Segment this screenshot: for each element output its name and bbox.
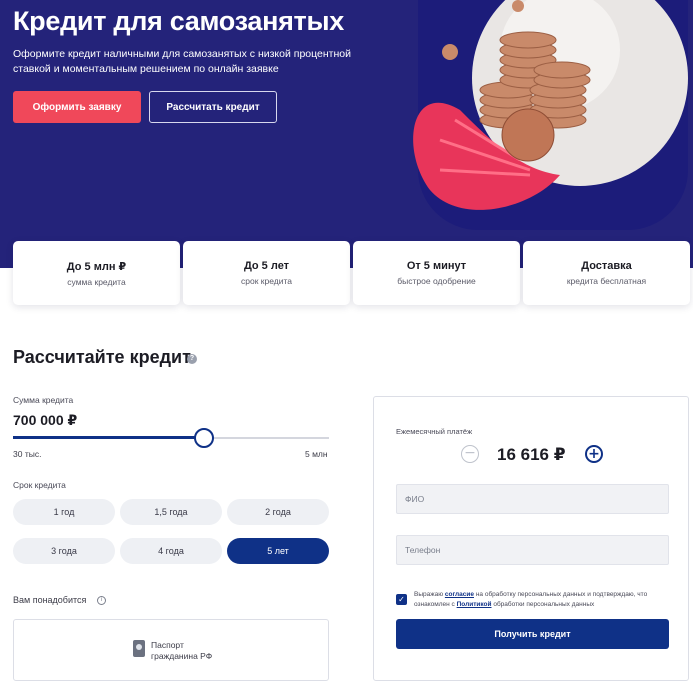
term-option-3-years[interactable]: 3 года bbox=[13, 538, 115, 564]
feature-card-approval: От 5 минут быстрое одобрение bbox=[353, 241, 520, 305]
hero-banner: Кредит для самозанятых Оформите кредит н… bbox=[0, 0, 693, 268]
apply-button[interactable]: Оформить заявку bbox=[13, 91, 141, 123]
slider-max-label: 5 млн bbox=[305, 449, 328, 459]
term-label: Срок кредита bbox=[13, 480, 66, 490]
application-panel: Ежемесячный платёж − 16 616 ₽ + ✓ Выража… bbox=[373, 396, 689, 681]
consent-text: Выражаю согласие на обработку персональн… bbox=[414, 591, 648, 608]
feature-subtitle: быстрое одобрение bbox=[397, 276, 476, 286]
term-option-5-years[interactable]: 5 лет bbox=[227, 538, 329, 564]
amount-value: 700 000 ₽ bbox=[13, 412, 78, 428]
calculator-title: Рассчитайте кредит bbox=[13, 347, 191, 367]
slider-min-label: 30 тыс. bbox=[13, 449, 42, 459]
term-option-4-years[interactable]: 4 года bbox=[120, 538, 222, 564]
feature-card-delivery: Доставка кредита бесплатная bbox=[523, 241, 690, 305]
feature-title: До 5 лет bbox=[243, 260, 290, 272]
info-icon[interactable]: i bbox=[97, 596, 106, 605]
full-name-field[interactable] bbox=[396, 484, 669, 514]
consent-checkbox[interactable]: ✓ bbox=[396, 594, 407, 605]
document-name: Паспорт гражданина РФ bbox=[151, 640, 213, 661]
amount-slider-fill bbox=[13, 436, 203, 439]
feature-card-term: До 5 лет срок кредита bbox=[183, 241, 350, 305]
minus-icon[interactable]: − bbox=[461, 445, 479, 463]
help-icon[interactable]: ? bbox=[187, 354, 197, 364]
amount-slider-handle[interactable] bbox=[194, 428, 214, 448]
feature-subtitle: сумма кредита bbox=[67, 277, 126, 287]
feature-title: От 5 минут bbox=[406, 260, 467, 272]
amount-label: Сумма кредита bbox=[13, 395, 74, 405]
term-option-2-years[interactable]: 2 года bbox=[227, 499, 329, 525]
hero-subtitle: Оформите кредит наличными для самозаняты… bbox=[13, 48, 351, 75]
feature-subtitle: кредита бесплатная bbox=[566, 276, 647, 286]
monthly-payment-value: 16 616 ₽ bbox=[497, 445, 566, 464]
policy-link[interactable]: Политикой bbox=[457, 601, 492, 608]
phone-field[interactable] bbox=[396, 535, 669, 565]
page-title: Кредит для самозанятых bbox=[13, 6, 344, 36]
feature-title: Доставка bbox=[581, 260, 632, 272]
calculate-credit-button[interactable]: Рассчитать кредит bbox=[149, 91, 277, 123]
plus-icon[interactable]: + bbox=[585, 445, 603, 463]
feature-card-amount: До 5 млн ₽ сумма кредита bbox=[13, 241, 180, 305]
monthly-payment-label: Ежемесячный платёж bbox=[396, 427, 473, 436]
term-option-1-year[interactable]: 1 год bbox=[13, 499, 115, 525]
feature-title: До 5 млн ₽ bbox=[66, 261, 127, 273]
document-card: Паспорт гражданина РФ bbox=[13, 619, 329, 681]
coins-illustration bbox=[413, 0, 688, 210]
get-credit-button[interactable]: Получить кредит bbox=[396, 619, 669, 649]
consent-link[interactable]: согласие bbox=[445, 591, 474, 598]
feature-subtitle: срок кредита bbox=[240, 276, 292, 286]
passport-icon bbox=[133, 640, 145, 657]
term-option-1-5-years[interactable]: 1,5 года bbox=[120, 499, 222, 525]
documents-needed-label: Вам понадобится bbox=[13, 595, 87, 605]
